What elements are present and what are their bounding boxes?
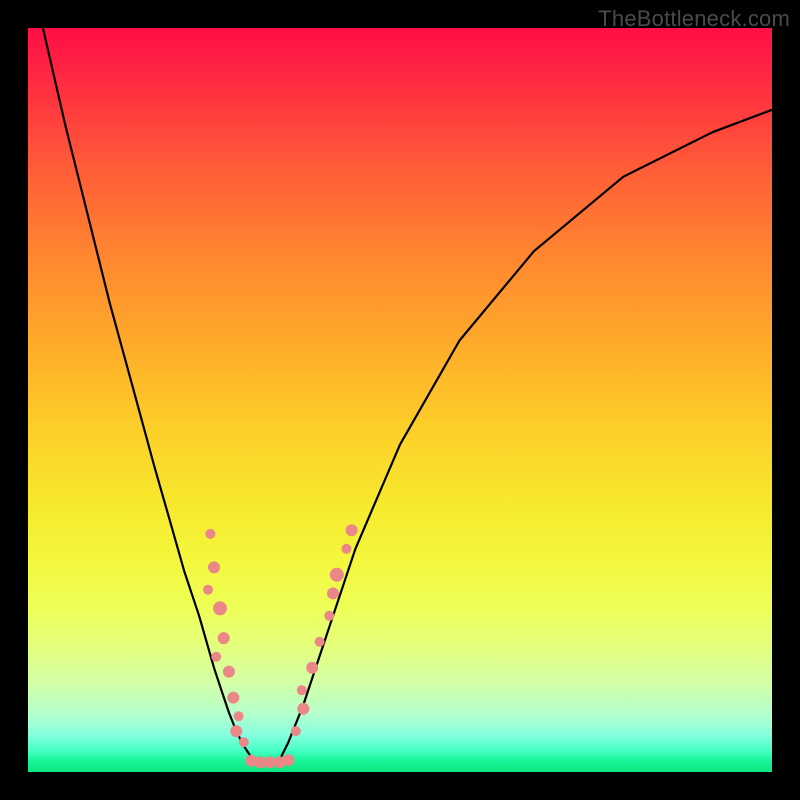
data-dot (330, 568, 344, 582)
data-dot (282, 754, 294, 766)
data-dot (213, 601, 227, 615)
data-dot (203, 585, 213, 595)
dots-group (203, 524, 358, 768)
data-dot (341, 544, 351, 554)
chart-svg (28, 28, 772, 772)
data-dot (208, 561, 220, 573)
chart-plot-area (28, 28, 772, 772)
curve-left-branch (43, 28, 266, 763)
data-dot (327, 587, 339, 599)
data-dot (346, 524, 358, 536)
data-dot (315, 637, 325, 647)
curve-group (43, 28, 772, 763)
data-dot (230, 725, 242, 737)
data-dot (223, 666, 235, 678)
data-dot (211, 652, 221, 662)
data-dot (227, 692, 239, 704)
watermark-text: TheBottleneck.com (598, 6, 790, 32)
data-dot (234, 711, 244, 721)
data-dot (291, 726, 301, 736)
data-dot (297, 685, 307, 695)
data-dot (239, 737, 249, 747)
data-dot (324, 611, 334, 621)
curve-right-branch (274, 110, 773, 763)
data-dot (218, 632, 230, 644)
data-dot (297, 703, 309, 715)
data-dot (205, 529, 215, 539)
data-dot (306, 662, 318, 674)
